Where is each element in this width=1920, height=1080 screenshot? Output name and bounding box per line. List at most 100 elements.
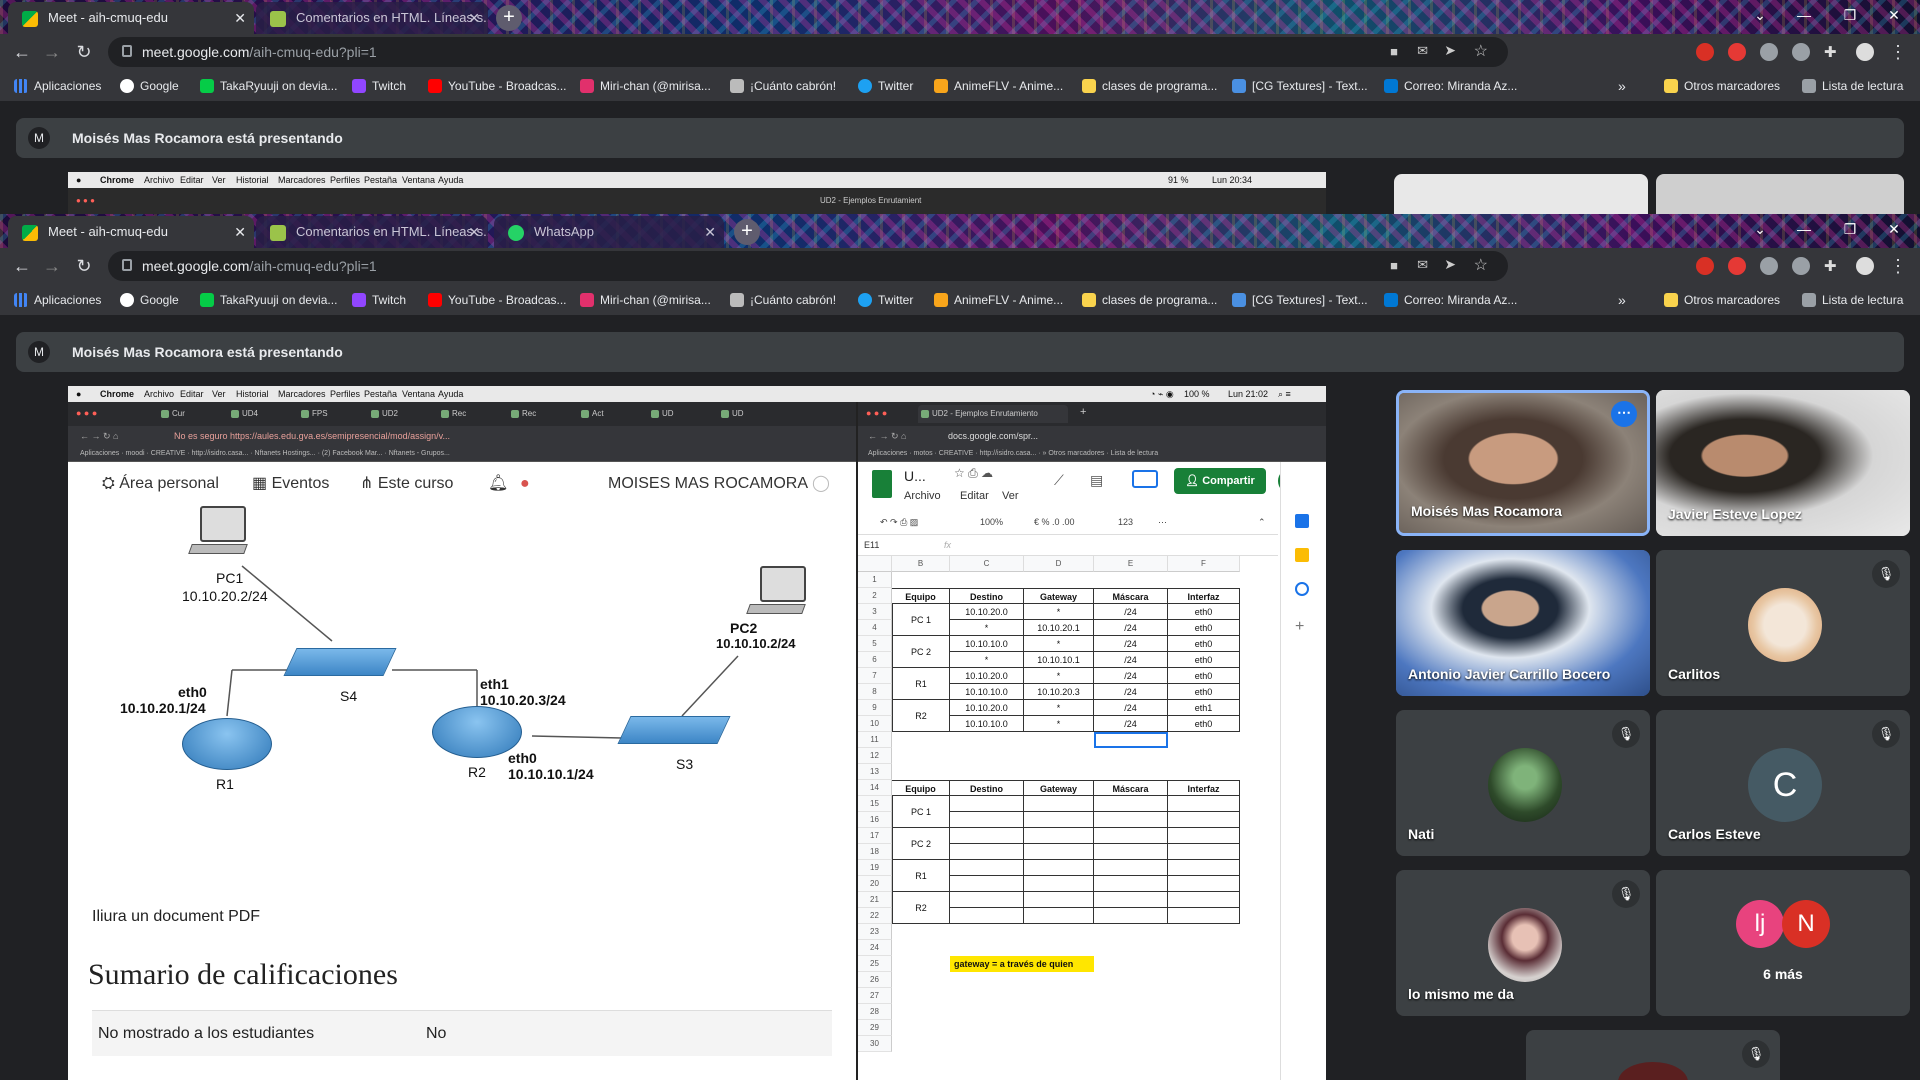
selected-cell[interactable] bbox=[1094, 732, 1168, 748]
table-cell[interactable]: /24 bbox=[1094, 604, 1168, 620]
table-cell[interactable]: * bbox=[1024, 668, 1094, 684]
table-cell[interactable] bbox=[1168, 828, 1240, 844]
table-cell[interactable] bbox=[1024, 812, 1094, 828]
table-cell[interactable] bbox=[950, 892, 1024, 908]
inner-tab-comments[interactable]: Comentarios en HTML. Líneas s... ✕ bbox=[256, 216, 488, 248]
menu-archivo[interactable]: Archivo bbox=[904, 490, 941, 502]
bookmark[interactable]: Twitter bbox=[858, 284, 913, 316]
table-header-cell[interactable]: Interfaz bbox=[1168, 588, 1240, 604]
outer-tab-meet[interactable]: Meet - aih-cmuq-edu ✕ bbox=[8, 2, 254, 34]
table-cell[interactable] bbox=[1094, 860, 1168, 876]
close-icon[interactable]: ✕ bbox=[704, 216, 716, 248]
column-header[interactable]: D bbox=[1024, 556, 1094, 572]
row-header[interactable]: 12 bbox=[858, 748, 892, 764]
equipo-cell[interactable]: R1 bbox=[892, 668, 950, 700]
bookmark[interactable]: clases de programa... bbox=[1082, 70, 1217, 102]
table-cell[interactable]: * bbox=[1024, 700, 1094, 716]
reload-icon[interactable]: ↻ bbox=[70, 38, 98, 66]
more-participants-tile[interactable]: lj N 6 más bbox=[1656, 870, 1910, 1016]
bookmark[interactable]: [CG Textures] - Text... bbox=[1232, 284, 1368, 316]
bookmark[interactable]: clases de programa... bbox=[1082, 284, 1217, 316]
table-cell[interactable]: eth0 bbox=[1168, 620, 1240, 636]
bookmark[interactable]: TakaRyuuji on devia... bbox=[200, 284, 337, 316]
row-header[interactable]: 24 bbox=[858, 940, 892, 956]
comment-icon[interactable]: ▤ bbox=[1090, 472, 1103, 489]
new-tab-button[interactable]: + bbox=[496, 5, 522, 31]
inner-tab-whatsapp[interactable]: WhatsApp ✕ bbox=[494, 216, 724, 248]
mac-tab[interactable]: UD4 bbox=[228, 405, 288, 423]
bookmark[interactable]: Twitter bbox=[858, 70, 913, 102]
table-cell[interactable]: 10.10.20.0 bbox=[950, 700, 1024, 716]
equipo-cell[interactable]: PC 1 bbox=[892, 604, 950, 636]
forward-icon[interactable]: → bbox=[38, 252, 66, 280]
bookmark[interactable]: AnimeFLV - Anime... bbox=[934, 284, 1063, 316]
profile-avatar[interactable] bbox=[1856, 43, 1874, 61]
table-cell[interactable]: /24 bbox=[1094, 652, 1168, 668]
table-cell[interactable] bbox=[1168, 892, 1240, 908]
table-cell[interactable]: eth0 bbox=[1168, 636, 1240, 652]
table-cell[interactable] bbox=[1168, 860, 1240, 876]
share-button[interactable]: 👤︎ Compartir bbox=[1174, 468, 1266, 494]
table-cell[interactable]: * bbox=[950, 620, 1024, 636]
send-icon[interactable]: ➤ bbox=[1444, 256, 1456, 273]
bookmark[interactable]: TakaRyuuji on devia... bbox=[200, 70, 337, 102]
table-header-cell[interactable]: Máscara bbox=[1094, 780, 1168, 796]
tab-search-icon[interactable]: ⌄ bbox=[1740, 214, 1780, 244]
undo-redo-icon[interactable]: ↶ ↷ ⎙ ▨ bbox=[880, 510, 918, 534]
table-cell[interactable] bbox=[1024, 828, 1094, 844]
star-icon[interactable]: ☆ bbox=[1474, 255, 1488, 275]
bookmark[interactable]: Twitch bbox=[352, 70, 406, 102]
back-icon[interactable]: ← bbox=[8, 252, 36, 280]
mac-tab[interactable]: UD bbox=[648, 405, 708, 423]
row-header[interactable]: 13 bbox=[858, 764, 892, 780]
table-cell[interactable] bbox=[1024, 908, 1094, 924]
add-icon[interactable]: + bbox=[1295, 618, 1304, 636]
bookmark[interactable]: Google bbox=[120, 284, 179, 316]
doc-title[interactable]: U... bbox=[904, 468, 926, 484]
forward-icon[interactable]: → bbox=[38, 38, 66, 66]
participant-tile[interactable]: Javier Esteve Lopez bbox=[1656, 390, 1910, 536]
tab-search-icon[interactable]: ⌄ bbox=[1740, 0, 1780, 30]
menu-icon[interactable]: ⋮ bbox=[1884, 252, 1912, 280]
table-cell[interactable] bbox=[950, 796, 1024, 812]
more-options-icon[interactable]: ⋯ bbox=[1611, 401, 1637, 427]
participant-tile[interactable]: Antonio Javier Carrillo Bocero bbox=[1396, 550, 1650, 696]
table-cell[interactable] bbox=[1024, 876, 1094, 892]
table-header-cell[interactable]: Equipo bbox=[892, 780, 950, 796]
table-cell[interactable]: 10.10.20.3 bbox=[1024, 684, 1094, 700]
row-header[interactable]: 27 bbox=[858, 988, 892, 1004]
table-header-cell[interactable]: Interfaz bbox=[1168, 780, 1240, 796]
column-header[interactable]: B bbox=[892, 556, 950, 572]
bookmark[interactable]: AnimeFLV - Anime... bbox=[934, 70, 1063, 102]
sheets-address-bar[interactable]: ← → ↻ ⌂ docs.google.com/spr... bbox=[858, 426, 1326, 446]
row-header[interactable]: 10 bbox=[858, 716, 892, 732]
table-cell[interactable] bbox=[1168, 876, 1240, 892]
close-window-button[interactable]: ✕ bbox=[1874, 0, 1914, 30]
table-cell[interactable] bbox=[950, 828, 1024, 844]
close-icon[interactable]: ✕ bbox=[234, 2, 246, 34]
bookmark[interactable]: Miri-chan (@mirisa... bbox=[580, 70, 711, 102]
new-tab-icon[interactable]: + bbox=[1080, 406, 1086, 418]
table-header-cell[interactable]: Gateway bbox=[1024, 780, 1094, 796]
row-header[interactable]: 4 bbox=[858, 620, 892, 636]
camera-icon[interactable]: ■ bbox=[1390, 258, 1398, 273]
table-cell[interactable]: 10.10.20.1 bbox=[1024, 620, 1094, 636]
tasks-icon[interactable] bbox=[1295, 582, 1309, 596]
row-header[interactable]: 7 bbox=[858, 668, 892, 684]
user-avatar[interactable]: ◯ bbox=[812, 462, 830, 506]
table-cell[interactable] bbox=[950, 876, 1024, 892]
equipo-cell[interactable]: PC 1 bbox=[892, 796, 950, 828]
puzzle-icon[interactable]: ✚ bbox=[1824, 257, 1842, 275]
star-icon[interactable]: ☆ ⎙ ☁ bbox=[954, 466, 993, 481]
camera-icon[interactable]: ■ bbox=[1390, 44, 1398, 59]
keep-icon[interactable] bbox=[1295, 548, 1309, 562]
bookmark[interactable]: YouTube - Broadcas... bbox=[428, 284, 567, 316]
row-header[interactable]: 16 bbox=[858, 812, 892, 828]
table-cell[interactable]: * bbox=[1024, 716, 1094, 732]
close-icon[interactable]: ✕ bbox=[468, 216, 480, 248]
bookmark[interactable]: ¡Cuánto cabrón! bbox=[730, 284, 836, 316]
row-header[interactable]: 21 bbox=[858, 892, 892, 908]
table-cell[interactable] bbox=[950, 860, 1024, 876]
equipo-cell[interactable]: PC 2 bbox=[892, 828, 950, 860]
extension-gray-icon[interactable] bbox=[1760, 43, 1778, 61]
